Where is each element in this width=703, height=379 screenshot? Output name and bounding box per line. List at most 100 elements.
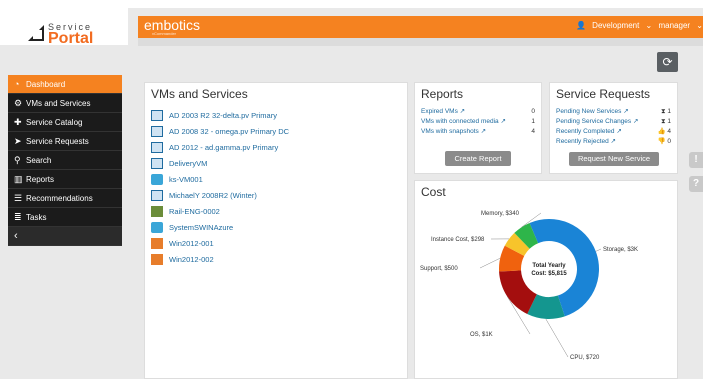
logo-portal-text: Portal xyxy=(48,30,94,47)
vm-list-item[interactable]: DeliveryVM xyxy=(151,155,401,171)
vm-list-item[interactable]: AD 2003 R2 32-delta.pv Primary xyxy=(151,107,401,123)
report-link[interactable]: VMs with snapshots ↗ xyxy=(421,127,486,137)
report-count: 0 xyxy=(531,108,535,115)
service-request-count: 4 xyxy=(667,128,671,135)
sidebar-item-label: Reports xyxy=(26,174,55,184)
vm-list: AD 2003 R2 32-delta.pv Primary AD 2008 32… xyxy=(151,107,401,267)
vm-name-link[interactable]: Win2012-002 xyxy=(169,255,214,264)
service-request-link[interactable]: Recently Completed ↗ xyxy=(556,127,622,137)
vm-name-link[interactable]: SystemSWINAzure xyxy=(169,223,233,232)
sidebar-item-tasks[interactable]: ≣ Tasks xyxy=(8,208,122,227)
service-request-row: Pending New Services ↗ ⧗ 1 xyxy=(556,107,671,117)
vm-list-item[interactable]: Win2012-001 xyxy=(151,235,401,251)
vm-list-item[interactable]: AD 2008 32 - omega.pv Primary DC xyxy=(151,123,401,139)
sidebar: ◔ Dashboard ⚙ VMs and Services ✚ Service Cata… xyxy=(8,75,122,246)
vm-list-item[interactable]: SystemSWINAzure xyxy=(151,219,401,235)
slice-label: Memory, $340 xyxy=(481,211,520,217)
slice-leader-line xyxy=(595,248,602,252)
create-report-button[interactable]: Create Report xyxy=(445,151,511,166)
report-link[interactable]: Expired VMs ↗ xyxy=(421,107,465,117)
request-new-service-button[interactable]: Request New Service xyxy=(569,152,659,166)
header-subbar xyxy=(138,38,703,46)
hourglass-icon: ⧗ xyxy=(660,118,666,125)
vms-panel: VMs and Services AD 2003 R2 32-delta.pv … xyxy=(144,82,408,379)
donut-center-label: Cost: $5,815 xyxy=(531,271,567,277)
report-row: Expired VMs ↗ 0 xyxy=(421,107,535,117)
vm-icon xyxy=(151,141,163,153)
cost-panel: Cost Storage, $3K CPU, $720 OS, $1K Support… xyxy=(414,180,678,379)
sidebar-item-label: VMs and Services xyxy=(26,98,91,108)
sidebar-item-label: Recommendations xyxy=(26,193,93,203)
sidebar-item-reports[interactable]: ▥ Reports xyxy=(8,170,122,189)
vm-name-link[interactable]: Win2012-001 xyxy=(169,239,214,248)
thumbs-down-icon: 👎 xyxy=(657,138,666,145)
service-request-count: 0 xyxy=(667,138,671,145)
help-tab-icon[interactable]: ? xyxy=(689,176,703,192)
service-request-count: 1 xyxy=(667,108,671,115)
vm-name-link[interactable]: AD 2008 32 - omega.pv Primary DC xyxy=(169,127,289,136)
info-tab-icon[interactable]: ! xyxy=(689,152,703,168)
vm-list-item[interactable]: Win2012-002 xyxy=(151,251,401,267)
vm-icon xyxy=(151,237,163,249)
vm-name-link[interactable]: AD 2012 - ad.gamma.pv Primary xyxy=(169,143,278,152)
service-request-link[interactable]: Pending New Services ↗ xyxy=(556,107,629,117)
sidebar-item-search[interactable]: ⚲ Search xyxy=(8,151,122,170)
slice-label: Support, $500 xyxy=(420,266,458,272)
vm-icon xyxy=(151,157,163,169)
user-chevron-down-icon[interactable]: ⌄ xyxy=(696,21,703,30)
vm-list-item[interactable]: AD 2012 - ad.gamma.pv Primary xyxy=(151,139,401,155)
vm-name-link[interactable]: AD 2003 R2 32-delta.pv Primary xyxy=(169,111,277,120)
vm-name-link[interactable]: MichaelY 2008R2 (Winter) xyxy=(169,191,257,200)
collapse-sidebar-button[interactable]: ‹ xyxy=(8,227,122,246)
reports-panel: Reports Expired VMs ↗ 0 VMs with connected… xyxy=(414,82,542,174)
cost-title: Cost xyxy=(421,185,446,199)
plus-icon: ✚ xyxy=(14,116,22,127)
bar-chart-icon: ▥ xyxy=(14,173,23,184)
service-request-link[interactable]: Recently Rejected ↗ xyxy=(556,137,616,147)
refresh-icon: ⟳ xyxy=(662,55,673,69)
slice-label: CPU, $720 xyxy=(570,355,600,361)
logo-mark-inner xyxy=(33,30,42,39)
sidebar-item-label: Dashboard xyxy=(26,79,66,89)
vm-name-link[interactable]: DeliveryVM xyxy=(169,159,207,168)
sidebar-item-dashboard[interactable]: ◔ Dashboard xyxy=(8,75,122,94)
sidebar-item-recommendations[interactable]: ☰ Recommendations xyxy=(8,189,122,208)
vm-icon xyxy=(151,109,163,121)
sidebar-item-service-catalog[interactable]: ✚ Service Catalog xyxy=(8,113,122,132)
brand-subtitle: vCommander xyxy=(152,31,177,36)
tasks-icon: ≣ xyxy=(14,211,22,222)
report-count: 4 xyxy=(531,128,535,135)
vm-list-item[interactable]: ks-VM001 xyxy=(151,171,401,187)
service-portal-logo[interactable]: Service Portal xyxy=(0,8,128,47)
service-request-row: Pending Service Changes ↗ ⧗ 1 xyxy=(556,117,671,127)
sidebar-item-label: Service Catalog xyxy=(26,117,83,127)
report-link[interactable]: VMs with connected media ↗ xyxy=(421,117,506,127)
top-strip xyxy=(0,0,703,8)
vm-icon xyxy=(151,189,163,201)
donut-center-label: Total Yearly xyxy=(532,263,566,269)
report-row: VMs with snapshots ↗ 4 xyxy=(421,127,535,137)
hourglass-icon: ⧗ xyxy=(660,108,666,115)
slice-label: Instance Cost, $298 xyxy=(431,237,485,243)
sidebar-item-service-requests[interactable]: ➤ Service Requests xyxy=(8,132,122,151)
report-count: 1 xyxy=(531,118,535,125)
vm-name-link[interactable]: Rail-ENG-0002 xyxy=(169,207,220,216)
org-dropdown[interactable]: Development xyxy=(592,21,639,30)
vm-icon xyxy=(151,125,163,137)
user-menu[interactable]: manager xyxy=(658,21,690,30)
chevron-left-icon: ‹ xyxy=(14,230,18,242)
service-request-link[interactable]: Pending Service Changes ↗ xyxy=(556,117,638,127)
vms-icon: ⚙ xyxy=(14,97,23,108)
service-requests-panel: Service Requests Pending New Services ↗ ⧗… xyxy=(549,82,678,174)
vm-name-link[interactable]: ks-VM001 xyxy=(169,175,203,184)
tag-icon: ➤ xyxy=(14,135,22,146)
vm-list-item[interactable]: Rail-ENG-0002 xyxy=(151,203,401,219)
slice-leader-line xyxy=(545,318,569,358)
dashboard-icon: ◔ xyxy=(14,79,20,89)
chevron-down-icon[interactable]: ⌄ xyxy=(646,21,653,30)
vm-icon xyxy=(151,253,163,265)
slice-label: Storage, $3K xyxy=(603,247,638,253)
vm-list-item[interactable]: MichaelY 2008R2 (Winter) xyxy=(151,187,401,203)
sidebar-item-vms-and-services[interactable]: ⚙ VMs and Services xyxy=(8,94,122,113)
refresh-button[interactable]: ⟳ xyxy=(657,52,678,72)
